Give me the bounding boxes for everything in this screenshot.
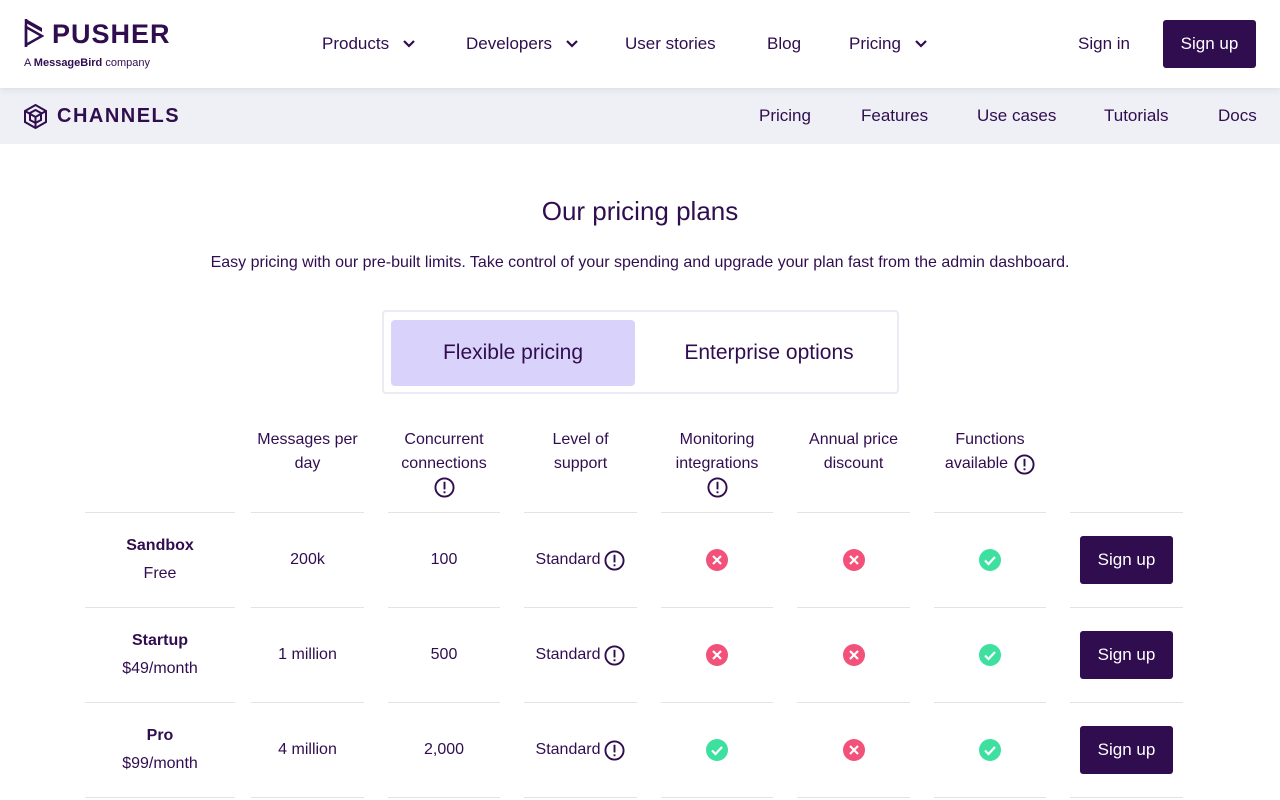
row-divider bbox=[1070, 512, 1183, 513]
row-divider bbox=[388, 797, 500, 798]
sign-in-link[interactable]: Sign in bbox=[1078, 32, 1130, 56]
pro-sign-up-button[interactable]: Sign up bbox=[1080, 726, 1173, 774]
cross-icon bbox=[706, 549, 728, 571]
channels-label: CHANNELS bbox=[57, 105, 181, 127]
cross-icon bbox=[842, 549, 865, 571]
plan-name: Startup bbox=[132, 632, 188, 649]
check-icon bbox=[979, 549, 1001, 571]
column-header-support: Level of support bbox=[552, 431, 609, 472]
row-divider bbox=[1070, 797, 1183, 798]
messages-cell: 4 million bbox=[278, 741, 337, 758]
pusher-logo-icon bbox=[24, 19, 44, 48]
row-divider bbox=[661, 797, 773, 798]
discount-cell bbox=[797, 608, 910, 702]
top-navigation: PUSHER A MessageBird company Products De… bbox=[0, 0, 1280, 88]
column-header-discount: Annual price discount bbox=[809, 431, 898, 472]
page-subtitle: Easy pricing with our pre-built limits. … bbox=[210, 254, 1070, 271]
functions-cell bbox=[934, 513, 1046, 607]
cross-icon bbox=[842, 644, 865, 666]
check-icon bbox=[706, 739, 728, 761]
nav-developers[interactable]: Developers bbox=[466, 32, 578, 56]
brand-tagline: A MessageBird company bbox=[24, 57, 150, 69]
column-header-functions: Functions available bbox=[934, 428, 1046, 476]
page-title: Our pricing plans bbox=[541, 196, 739, 226]
row-divider bbox=[1070, 607, 1183, 608]
subnav-docs[interactable]: Docs bbox=[1218, 104, 1257, 128]
column-header-monitoring: Monitoring integrations bbox=[661, 428, 773, 500]
row-divider bbox=[524, 797, 637, 798]
cross-icon bbox=[706, 644, 728, 666]
sandbox-sign-up-button[interactable]: Sign up bbox=[1080, 536, 1173, 584]
subnav-use-cases[interactable]: Use cases bbox=[977, 104, 1056, 128]
nav-user-stories[interactable]: User stories bbox=[625, 32, 716, 56]
support-cell: Standard bbox=[524, 513, 637, 607]
plan-cell: Startup $49/month bbox=[85, 608, 235, 702]
monitoring-cell bbox=[661, 608, 773, 702]
sign-up-button[interactable]: Sign up bbox=[1163, 20, 1256, 68]
plan-cell: Pro $99/month bbox=[85, 703, 235, 797]
plan-price: $49/month bbox=[122, 660, 198, 677]
plan-name: Pro bbox=[146, 727, 174, 744]
channels-logo-icon bbox=[24, 104, 47, 129]
info-icon[interactable] bbox=[604, 549, 625, 571]
plan-name: Sandbox bbox=[126, 537, 194, 554]
nav-products[interactable]: Products bbox=[322, 32, 415, 56]
product-subnav: CHANNELS Pricing Features Use cases Tuto… bbox=[0, 88, 1280, 144]
column-header-messages: Messages per day bbox=[257, 431, 358, 472]
support-cell: Standard bbox=[524, 703, 637, 797]
subnav-tutorials[interactable]: Tutorials bbox=[1104, 104, 1169, 128]
check-icon bbox=[979, 644, 1001, 666]
nav-pricing[interactable]: Pricing bbox=[849, 32, 927, 56]
connections-cell: 500 bbox=[430, 646, 458, 663]
tab-enterprise-options[interactable]: Enterprise options bbox=[644, 320, 894, 386]
channels-logo[interactable]: CHANNELS bbox=[24, 104, 180, 129]
plan-price: $99/month bbox=[122, 755, 198, 772]
info-icon[interactable] bbox=[1014, 453, 1035, 475]
monitoring-cell bbox=[661, 513, 773, 607]
row-divider bbox=[1070, 702, 1183, 703]
subnav-features[interactable]: Features bbox=[861, 104, 928, 128]
info-icon[interactable] bbox=[706, 477, 728, 498]
functions-cell bbox=[934, 703, 1046, 797]
discount-cell bbox=[797, 513, 910, 607]
brand-name: PUSHER bbox=[52, 19, 171, 49]
row-divider bbox=[85, 797, 235, 798]
subnav-pricing[interactable]: Pricing bbox=[759, 104, 811, 128]
cross-icon bbox=[842, 739, 865, 761]
pricing-toggle: Flexible pricing Enterprise options bbox=[382, 310, 899, 394]
row-divider bbox=[934, 797, 1046, 798]
plan-cell: Sandbox Free bbox=[85, 513, 235, 607]
pusher-logo[interactable]: PUSHER A MessageBird company bbox=[24, 18, 170, 72]
startup-sign-up-button[interactable]: Sign up bbox=[1080, 631, 1173, 679]
chevron-down-icon bbox=[566, 40, 578, 48]
connections-cell: 100 bbox=[430, 551, 458, 568]
row-divider bbox=[251, 797, 364, 798]
connections-cell: 2,000 bbox=[423, 741, 465, 758]
nav-blog[interactable]: Blog bbox=[767, 32, 801, 56]
info-icon[interactable] bbox=[604, 644, 625, 666]
row-divider bbox=[797, 797, 910, 798]
chevron-down-icon bbox=[915, 40, 927, 48]
chevron-down-icon bbox=[403, 40, 415, 48]
functions-cell bbox=[934, 608, 1046, 702]
plan-price: Free bbox=[143, 565, 177, 582]
column-header-connections: Concurrent connections bbox=[388, 428, 500, 500]
support-cell: Standard bbox=[524, 608, 637, 702]
discount-cell bbox=[797, 703, 910, 797]
messages-cell: 200k bbox=[290, 551, 325, 568]
info-icon[interactable] bbox=[433, 477, 455, 498]
messages-cell: 1 million bbox=[278, 646, 337, 663]
check-icon bbox=[979, 739, 1001, 761]
info-icon[interactable] bbox=[604, 739, 625, 761]
tab-flexible-pricing[interactable]: Flexible pricing bbox=[391, 320, 635, 386]
monitoring-cell bbox=[661, 703, 773, 797]
